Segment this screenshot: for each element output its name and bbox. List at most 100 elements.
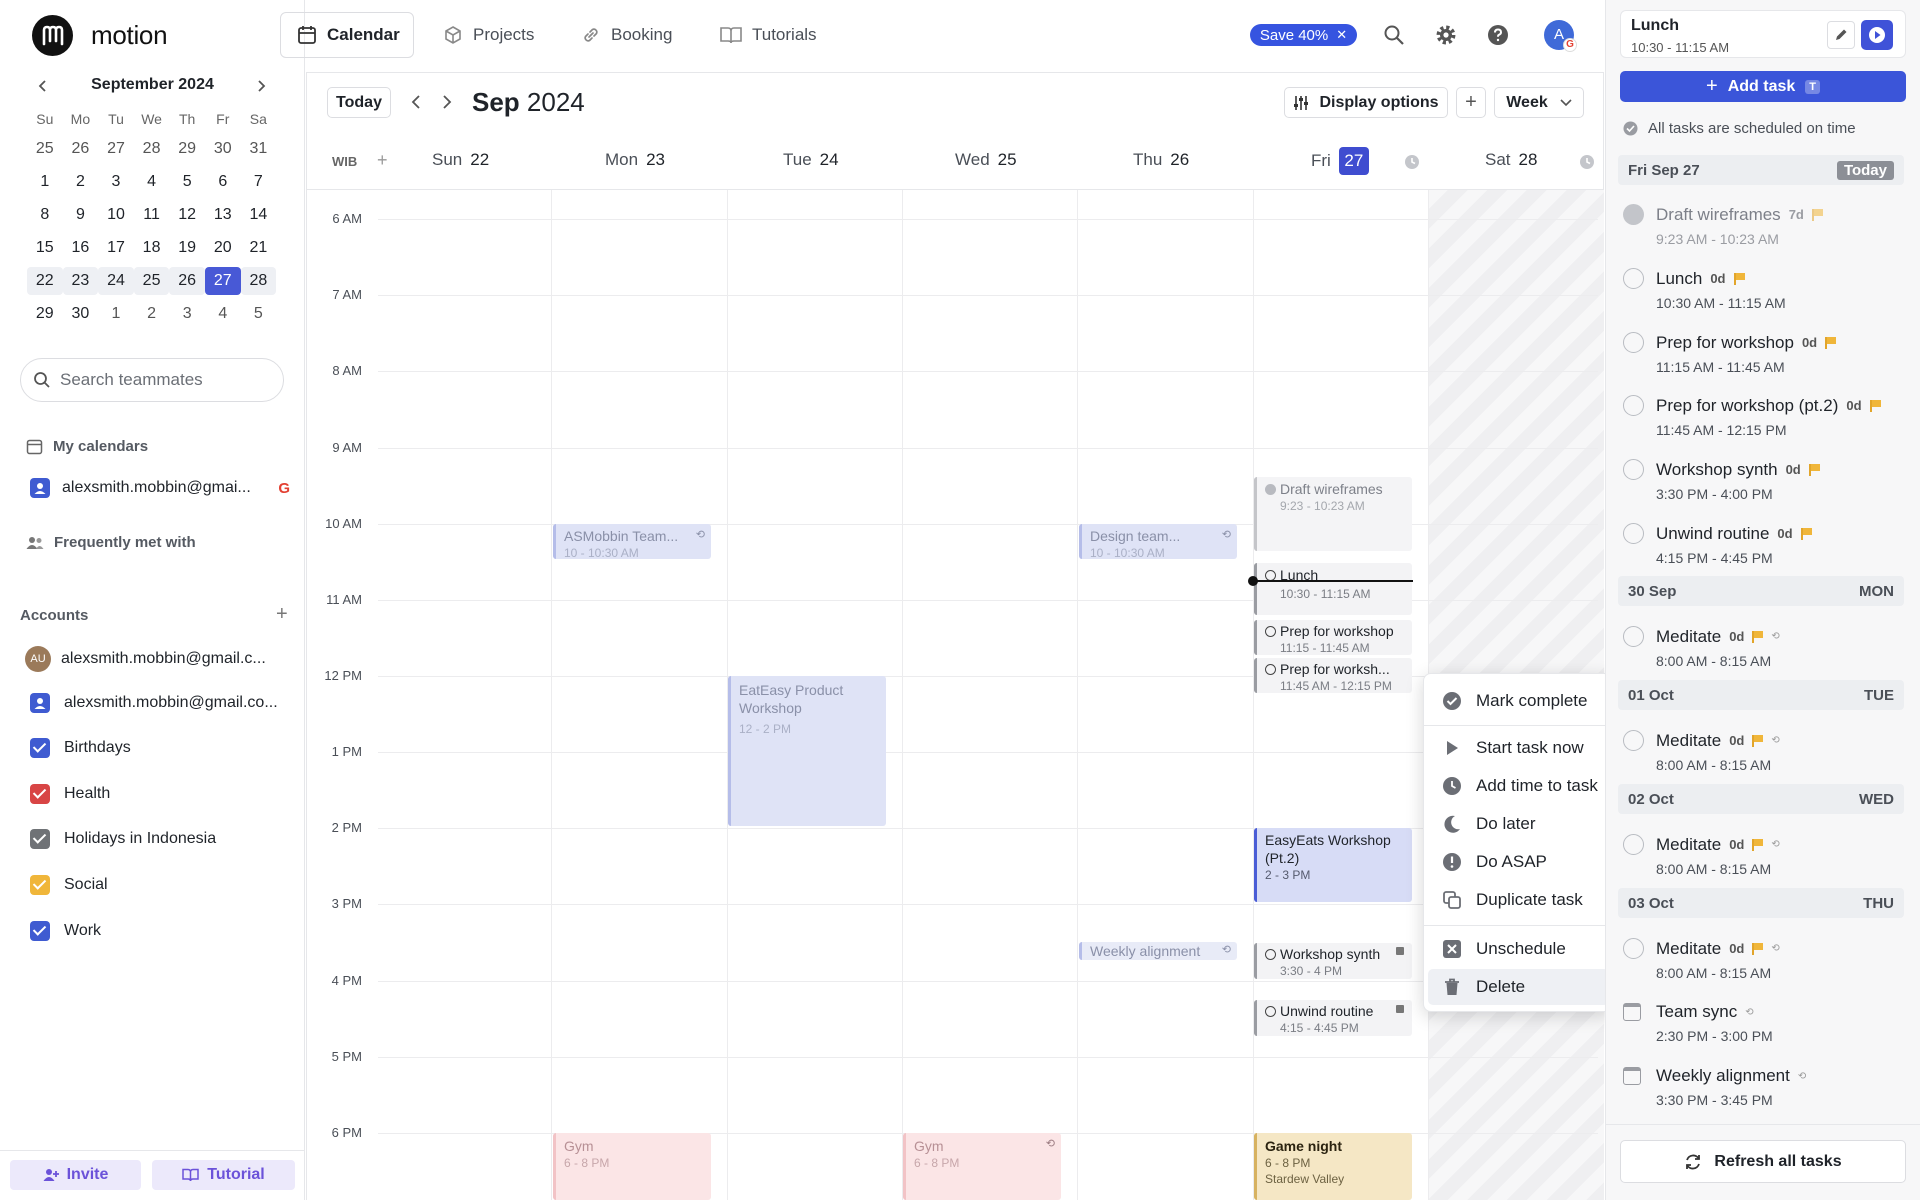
task-circle-icon[interactable] [1623,730,1644,751]
start-task-button[interactable] [1861,20,1893,50]
clock-icon[interactable] [1579,154,1595,170]
day-header-tue[interactable]: Tue 24 [783,150,839,170]
mini-day[interactable]: 15 [27,234,63,262]
tutorial-button[interactable]: Tutorial [152,1160,295,1190]
mini-day[interactable]: 23 [62,266,99,295]
event-workshop-synth[interactable]: Workshop synth 3:30 - 4 PM [1254,943,1412,979]
menu-add-time[interactable]: Add time to task [1428,768,1609,804]
search-teammates-input[interactable]: Search teammates [20,358,284,402]
checkbox-icon[interactable] [30,921,50,941]
mini-day[interactable]: 5 [241,300,277,328]
task-circle-icon[interactable] [1623,332,1644,353]
event-prep-workshop[interactable]: Prep for workshop 11:15 - 11:45 AM [1254,620,1412,655]
mini-day[interactable]: 2 [134,300,170,328]
task-item[interactable]: Prep for workshop (pt.2) 0d 11:45 AM - 12… [1623,395,1903,438]
mini-day[interactable]: 30 [205,135,241,163]
task-item[interactable]: Meditate 0d ⟲ 8:00 AM - 8:15 AM [1623,834,1903,877]
timezone-label[interactable]: WIB [332,154,357,169]
calendar-toggle-holidays[interactable]: Holidays in Indonesia [30,828,216,850]
task-circle-icon[interactable] [1265,1006,1276,1017]
mini-day[interactable]: 9 [63,201,99,229]
mini-day[interactable]: 25 [133,266,170,295]
mini-day[interactable]: 8 [27,201,63,229]
mini-day[interactable]: 1 [98,300,134,328]
gear-icon[interactable] [1435,24,1457,46]
mini-day[interactable]: 11 [134,201,170,229]
mini-day[interactable]: 19 [169,234,205,262]
task-item[interactable]: Workshop synth 0d 3:30 PM - 4:00 PM [1623,459,1903,502]
today-button[interactable]: Today [327,87,391,118]
task-circle-icon[interactable] [1265,949,1276,960]
event-design-team[interactable]: Design team... 10 - 10:30 AM ⟲ [1079,524,1237,559]
mini-day[interactable]: 24 [98,266,134,295]
event-draft-wireframes[interactable]: Draft wireframes 9:23 - 10:23 AM [1254,477,1412,551]
task-circle-icon[interactable] [1623,626,1644,647]
clock-icon[interactable] [1404,154,1420,170]
task-circle-icon[interactable] [1623,834,1644,855]
task-circle-icon[interactable] [1623,268,1644,289]
menu-start-task[interactable]: Start task now [1428,730,1609,766]
add-timezone-icon[interactable]: + [377,150,388,171]
refresh-tasks-button[interactable]: Refresh all tasks [1620,1140,1906,1183]
menu-duplicate[interactable]: Duplicate task [1428,882,1609,918]
event-weekly-alignment[interactable]: Weekly alignment ⟲ [1079,942,1237,960]
task-circle-icon[interactable] [1265,626,1276,637]
event-lunch[interactable]: Lunch 10:30 - 11:15 AM [1254,563,1412,615]
task-item[interactable]: Meditate 0d ⟲ 8:00 AM - 8:15 AM [1623,938,1903,981]
task-circle-icon[interactable] [1623,938,1644,959]
mini-day[interactable]: 25 [27,135,63,163]
day-header-thu[interactable]: Thu 26 [1133,150,1189,170]
search-icon[interactable] [1383,24,1405,46]
mini-day[interactable]: 29 [27,300,63,328]
mini-day[interactable]: 28 [240,266,277,295]
event-prep-workshop-2[interactable]: Prep for worksh... 11:45 AM - 12:15 PM [1254,658,1412,693]
add-task-button[interactable]: + Add task T [1620,71,1906,102]
mini-day[interactable]: 22 [27,266,63,295]
checkbox-icon[interactable] [30,829,50,849]
prev-week-button[interactable] [407,92,427,112]
mini-cal-next-button[interactable] [251,76,271,96]
calendar-toggle-birthdays[interactable]: Birthdays [30,737,131,759]
task-circle-icon[interactable] [1623,395,1644,416]
task-item[interactable]: Meditate 0d ⟲ 8:00 AM - 8:15 AM [1623,730,1903,773]
event-unwind-routine[interactable]: Unwind routine 4:15 - 4:45 PM [1254,1000,1412,1036]
tab-booking[interactable]: Booking [565,12,688,58]
account-item-2[interactable]: alexsmith.mobbin@gmail.co... [30,692,278,714]
menu-mark-complete[interactable]: Mark complete [1428,683,1609,719]
mini-day[interactable]: 2 [63,168,99,196]
mini-day[interactable]: 14 [241,201,277,229]
day-header-wed[interactable]: Wed 25 [955,150,1017,170]
mini-day[interactable]: 3 [98,168,134,196]
my-calendars-header[interactable]: My calendars [26,438,148,455]
event-item[interactable]: Team sync ⟲ 2:30 PM - 3:00 PM [1623,1002,1903,1044]
day-header-sat[interactable]: Sat 28 [1485,150,1537,170]
mini-day[interactable]: 1 [27,168,63,196]
mini-day-selected[interactable]: 27 [204,266,241,295]
calendar-toggle-health[interactable]: Health [30,783,110,805]
mini-day[interactable]: 4 [134,168,170,196]
task-item[interactable]: Meditate 0d ⟲ 8:00 AM - 8:15 AM [1623,626,1903,669]
tab-projects[interactable]: Projects [427,12,550,58]
mini-day[interactable]: 26 [63,135,99,163]
event-gym-wed[interactable]: Gym 6 - 8 PM ⟲ [903,1133,1061,1200]
mini-day[interactable]: 12 [169,201,205,229]
frequently-met-header[interactable]: Frequently met with [26,534,196,551]
checkbox-icon[interactable] [30,784,50,804]
day-header-mon[interactable]: Mon 23 [605,150,665,170]
calendar-toggle-social[interactable]: Social [30,874,108,896]
tab-calendar[interactable]: Calendar [280,12,414,58]
mini-day[interactable]: 3 [169,300,205,328]
event-eateasy-workshop[interactable]: EatEasy Product Workshop 12 - 2 PM [728,676,886,826]
event-asmobbin-team[interactable]: ASMobbin Team... 10 - 10:30 AM ⟲ [553,524,711,559]
checkbox-icon[interactable] [30,738,50,758]
mini-day[interactable]: 30 [63,300,99,328]
event-game-night[interactable]: Game night 6 - 8 PM Stardew Valley [1254,1133,1412,1200]
close-icon[interactable]: ✕ [1336,27,1347,43]
view-select[interactable]: Week [1494,87,1584,118]
next-week-button[interactable] [436,92,456,112]
calendar-toggle-work[interactable]: Work [30,920,101,942]
mini-day[interactable]: 10 [98,201,134,229]
task-item[interactable]: Lunch 0d 10:30 AM - 11:15 AM [1623,268,1903,311]
task-circle-icon[interactable] [1623,459,1644,480]
promo-badge[interactable]: Save 40% ✕ [1250,24,1357,46]
